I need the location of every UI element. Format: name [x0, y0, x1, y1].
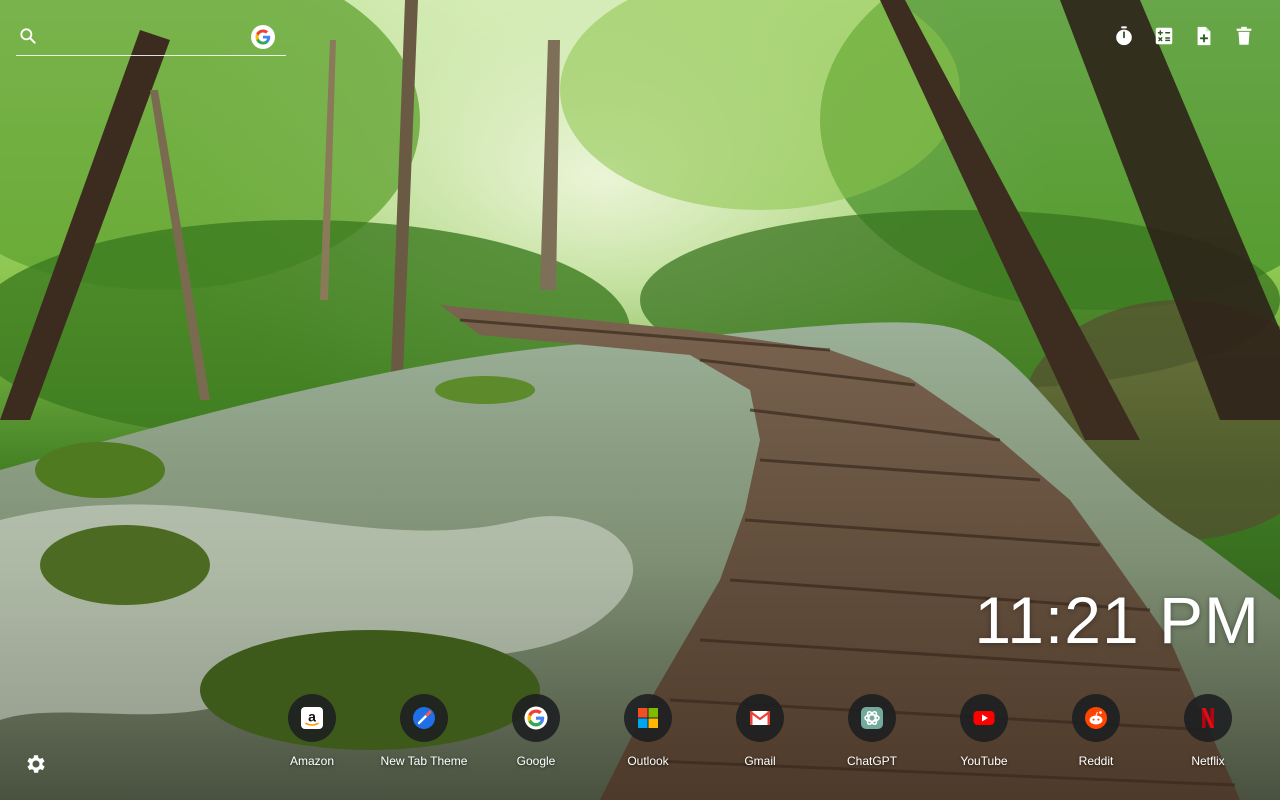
shortcut-label: Google — [516, 754, 556, 768]
shortcut-label: Outlook — [627, 754, 669, 768]
search-icon[interactable] — [18, 26, 38, 46]
google-icon — [512, 694, 560, 742]
shortcut-gmail[interactable]: Gmail — [710, 694, 810, 768]
clock: 11:21 PM — [974, 583, 1260, 657]
top-toolbar — [1112, 24, 1256, 48]
shortcut-label: Amazon — [289, 754, 335, 768]
shortcut-label: Netflix — [1191, 754, 1225, 768]
search-input[interactable] — [46, 24, 246, 50]
search-bar — [16, 22, 286, 56]
shortcut-new-tab-theme[interactable]: New Tab Theme — [374, 694, 474, 768]
timer-icon[interactable] — [1112, 24, 1136, 48]
wallpaper — [0, 0, 1280, 800]
shortcut-label: New Tab Theme — [380, 754, 468, 768]
shortcut-netflix[interactable]: Netflix — [1158, 694, 1258, 768]
netflix-icon — [1184, 694, 1232, 742]
shortcut-label: Reddit — [1078, 754, 1114, 768]
shortcut-youtube[interactable]: YouTube — [934, 694, 1034, 768]
shortcut-outlook[interactable]: Outlook — [598, 694, 698, 768]
outlook-icon — [624, 694, 672, 742]
shortcut-reddit[interactable]: Reddit — [1046, 694, 1146, 768]
gmail-icon — [736, 694, 784, 742]
youtube-icon — [960, 694, 1008, 742]
shortcut-amazon[interactable]: a Amazon — [262, 694, 362, 768]
chatgpt-icon — [848, 694, 896, 742]
calculator-icon[interactable] — [1152, 24, 1176, 48]
shortcut-label: ChatGPT — [846, 754, 897, 768]
shortcut-google[interactable]: Google — [486, 694, 586, 768]
shortcut-label: Gmail — [744, 754, 776, 768]
shortcut-label: YouTube — [960, 754, 1008, 768]
svg-text:a: a — [308, 709, 316, 725]
reddit-icon — [1072, 694, 1120, 742]
gear-icon[interactable] — [24, 752, 48, 776]
new-tab-theme-icon — [400, 694, 448, 742]
amazon-icon: a — [288, 694, 336, 742]
new-note-icon[interactable] — [1192, 24, 1216, 48]
google-g-icon[interactable] — [251, 25, 275, 49]
trash-icon[interactable] — [1232, 24, 1256, 48]
shortcut-chatgpt[interactable]: ChatGPT — [822, 694, 922, 768]
